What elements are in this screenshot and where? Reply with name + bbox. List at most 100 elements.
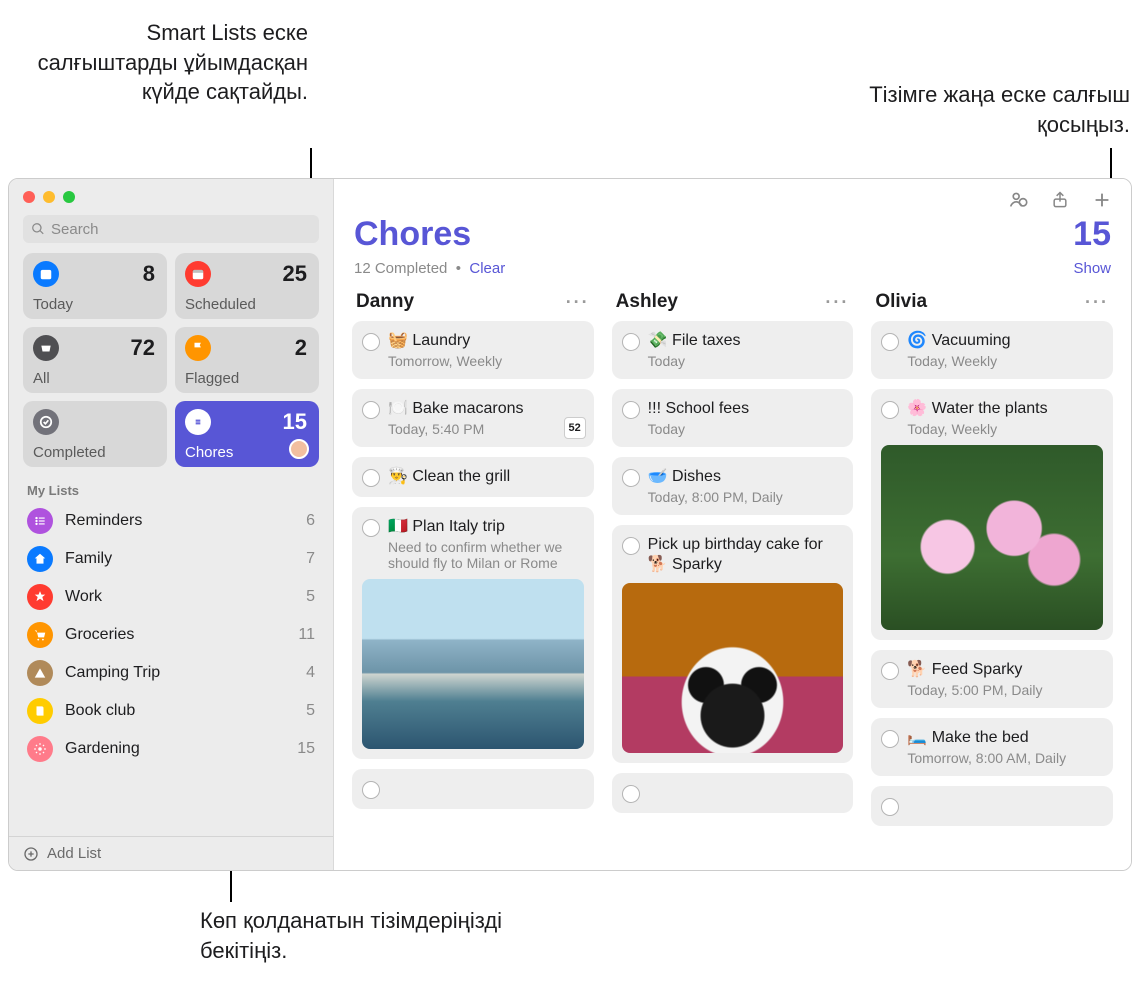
complete-toggle[interactable] bbox=[362, 781, 380, 799]
list-icon bbox=[27, 736, 53, 762]
smart-card-chores[interactable]: 15Chores bbox=[175, 401, 319, 467]
list-icon bbox=[27, 584, 53, 610]
list-row[interactable]: Gardening15 bbox=[9, 730, 333, 768]
complete-toggle[interactable] bbox=[881, 333, 899, 351]
completed-icon bbox=[33, 409, 59, 435]
reminder-subtitle: Today bbox=[648, 353, 844, 369]
list-name: Reminders bbox=[65, 512, 306, 530]
complete-toggle[interactable] bbox=[622, 401, 640, 419]
list-name: Family bbox=[65, 550, 306, 568]
complete-toggle[interactable] bbox=[622, 333, 640, 351]
add-reminder-button[interactable] bbox=[1091, 189, 1113, 211]
complete-toggle[interactable] bbox=[362, 401, 380, 419]
reminder-title: 🍽️ Bake macarons bbox=[388, 399, 584, 419]
reminder-title: 🌸 Water the plants bbox=[907, 399, 1103, 419]
complete-toggle[interactable] bbox=[881, 401, 899, 419]
window-traffic-lights bbox=[9, 179, 333, 211]
complete-toggle[interactable] bbox=[881, 730, 899, 748]
reminder-card[interactable]: 🛏️ Make the bedTomorrow, 8:00 AM, Daily bbox=[871, 718, 1113, 776]
reminder-card[interactable]: 🍽️ Bake macarons Today, 5:40 PM52 bbox=[352, 389, 594, 447]
smart-count: 2 bbox=[295, 335, 307, 361]
flagged-icon bbox=[185, 335, 211, 361]
reminder-title: 💸 File taxes bbox=[648, 331, 844, 351]
clear-completed-button[interactable]: Clear bbox=[469, 260, 505, 277]
new-reminder-placeholder[interactable] bbox=[612, 773, 854, 813]
new-reminder-placeholder[interactable] bbox=[871, 786, 1113, 826]
reminder-subtitle: Today, 5:00 PM, Daily bbox=[907, 682, 1103, 698]
list-count: 5 bbox=[306, 588, 315, 606]
column-more-button[interactable]: ··· bbox=[825, 292, 849, 313]
zoom-icon[interactable] bbox=[63, 191, 75, 203]
reminder-card[interactable]: 👨‍🍳 Clean the grill bbox=[352, 457, 594, 497]
plus-icon bbox=[1091, 189, 1113, 211]
reminder-card[interactable]: 🇮🇹 Plan Italy tripNeed to confirm whethe… bbox=[352, 507, 594, 759]
smart-card-scheduled[interactable]: 25Scheduled bbox=[175, 253, 319, 319]
smart-card-completed[interactable]: Completed bbox=[23, 401, 167, 467]
add-list-button[interactable]: Add List bbox=[9, 836, 333, 870]
smart-card-flagged[interactable]: 2Flagged bbox=[175, 327, 319, 393]
assignee-name: Ashley bbox=[616, 291, 678, 313]
search-input[interactable]: Search bbox=[23, 215, 319, 243]
reminder-subtitle: Today, 5:40 PM bbox=[388, 421, 584, 437]
list-icon bbox=[27, 508, 53, 534]
new-reminder-placeholder[interactable] bbox=[352, 769, 594, 809]
assignee-name: Olivia bbox=[875, 291, 927, 313]
reminder-card[interactable]: 🐕 Feed SparkyToday, 5:00 PM, Daily bbox=[871, 650, 1113, 708]
close-icon[interactable] bbox=[23, 191, 35, 203]
column-more-button[interactable]: ··· bbox=[1085, 292, 1109, 313]
reminder-card[interactable]: 💸 File taxes Today bbox=[612, 321, 854, 379]
column: Olivia ··· 🌀 VacuumingToday, Weekly 🌸 Water… bbox=[871, 287, 1113, 870]
complete-toggle[interactable] bbox=[362, 519, 380, 537]
list-row[interactable]: Reminders6 bbox=[9, 502, 333, 540]
list-row[interactable]: Camping Trip4 bbox=[9, 654, 333, 692]
reminder-subtitle: Today, Weekly bbox=[907, 421, 1103, 437]
list-row[interactable]: Groceries11 bbox=[9, 616, 333, 654]
search-placeholder: Search bbox=[51, 221, 99, 238]
smart-name: Scheduled bbox=[185, 296, 256, 313]
callout-pin-lists: Көп қолданатын тізімдеріңізді бекітіңіз. bbox=[200, 906, 550, 965]
column-more-button[interactable]: ··· bbox=[566, 292, 590, 313]
complete-toggle[interactable] bbox=[362, 469, 380, 487]
minimize-icon[interactable] bbox=[43, 191, 55, 203]
callout-add-reminder: Тізімге жаңа еске салғыш қосыңыз. bbox=[830, 80, 1130, 139]
complete-toggle[interactable] bbox=[881, 798, 899, 816]
list-count: 15 bbox=[297, 740, 315, 758]
list-name: Gardening bbox=[65, 740, 297, 758]
complete-toggle[interactable] bbox=[622, 537, 640, 555]
list-row[interactable]: Family7 bbox=[9, 540, 333, 578]
complete-toggle[interactable] bbox=[362, 333, 380, 351]
column: Danny ··· 🧺 LaundryTomorrow, Weekly 🍽️ Bake… bbox=[352, 287, 594, 870]
reminder-card[interactable]: Pick up birthday cake for 🐕 Sparky bbox=[612, 525, 854, 763]
list-row[interactable]: Book club5 bbox=[9, 692, 333, 730]
reminder-card[interactable]: 🌀 VacuumingToday, Weekly bbox=[871, 321, 1113, 379]
complete-toggle[interactable] bbox=[881, 662, 899, 680]
share-button[interactable] bbox=[1049, 189, 1071, 211]
smart-card-all[interactable]: 72All bbox=[23, 327, 167, 393]
share-icon bbox=[1050, 190, 1070, 210]
reminder-subtitle: Tomorrow, 8:00 AM, Daily bbox=[907, 750, 1103, 766]
list-count: 5 bbox=[306, 702, 315, 720]
smart-card-today[interactable]: 8Today bbox=[23, 253, 167, 319]
list-icon bbox=[27, 698, 53, 724]
show-completed-button[interactable]: Show bbox=[1073, 260, 1111, 277]
list-icon bbox=[27, 660, 53, 686]
complete-toggle[interactable] bbox=[622, 785, 640, 803]
shared-avatar bbox=[289, 439, 309, 459]
reminder-subtitle: Need to confirm whether we should fly to… bbox=[388, 539, 584, 571]
callout-line bbox=[1110, 148, 1112, 182]
smart-count: 15 bbox=[283, 409, 307, 435]
calendar-badge: 52 bbox=[564, 417, 586, 439]
column: Ashley ··· 💸 File taxes Today !!! School fee… bbox=[612, 287, 854, 870]
reminder-card[interactable]: !!! School feesToday bbox=[612, 389, 854, 447]
assignee-name: Danny bbox=[356, 291, 414, 313]
smart-count: 72 bbox=[131, 335, 155, 361]
list-icon bbox=[27, 622, 53, 648]
collaborate-button[interactable] bbox=[1007, 189, 1029, 211]
reminder-card[interactable]: 🥣 DishesToday, 8:00 PM, Daily bbox=[612, 457, 854, 515]
list-row[interactable]: Work5 bbox=[9, 578, 333, 616]
reminder-title: 🧺 Laundry bbox=[388, 331, 584, 351]
complete-toggle[interactable] bbox=[622, 469, 640, 487]
reminder-card[interactable]: 🧺 LaundryTomorrow, Weekly bbox=[352, 321, 594, 379]
smart-name: Completed bbox=[33, 444, 106, 461]
reminder-card[interactable]: 🌸 Water the plants Today, Weekly bbox=[871, 389, 1113, 640]
